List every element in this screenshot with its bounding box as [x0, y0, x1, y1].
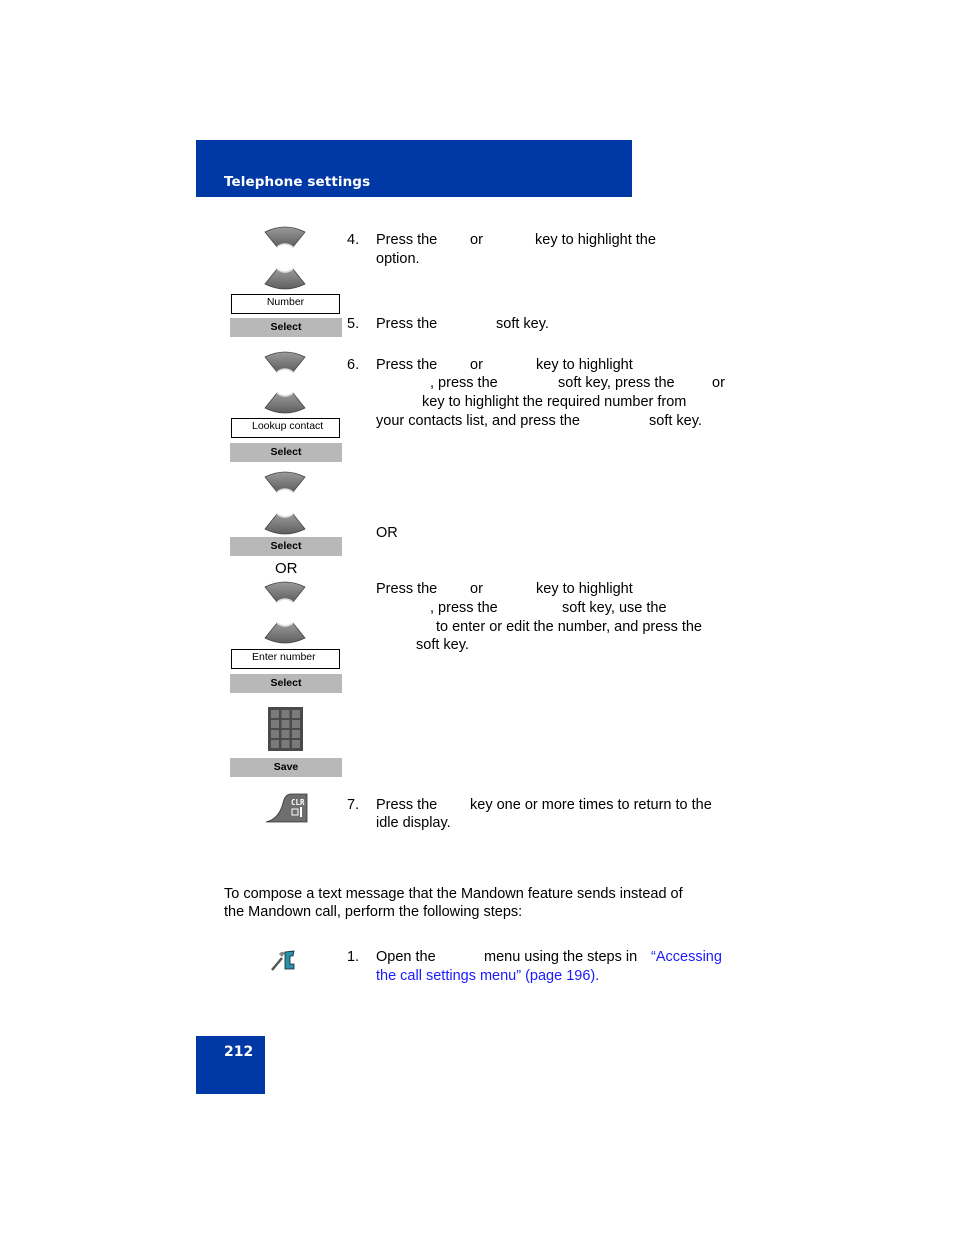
- step-number: 5.: [347, 316, 360, 332]
- up-navigation-key-icon: [263, 350, 307, 376]
- step-number: 1.: [347, 949, 360, 965]
- step-text: , press the: [430, 375, 498, 391]
- step-text: or: [712, 375, 725, 391]
- step-text: Press the: [376, 232, 438, 248]
- step-text: Press the: [376, 316, 438, 332]
- step-text: soft key.: [496, 316, 549, 332]
- select-softkey[interactable]: Select: [230, 318, 342, 337]
- step-text: option.: [376, 251, 420, 267]
- up-navigation-key-icon: [263, 580, 307, 606]
- step-text: key to highlight: [536, 357, 633, 373]
- display-number: Number: [231, 294, 340, 314]
- down-navigation-key-icon: [263, 619, 307, 645]
- page-number: 212: [224, 1044, 254, 1060]
- step-text: soft key, use the: [562, 600, 667, 616]
- step-number: 4.: [347, 232, 360, 248]
- select-softkey[interactable]: Select: [230, 537, 342, 556]
- step-text: Press the: [376, 581, 438, 597]
- step-text: key to highlight the required number fro…: [422, 394, 687, 410]
- cross-reference-link[interactable]: the call settings menu” (page 196).: [376, 968, 599, 984]
- or-label: OR: [275, 560, 298, 577]
- select-softkey[interactable]: Select: [230, 674, 342, 693]
- intro-text: To compose a text message that the Mando…: [224, 886, 683, 902]
- select-softkey[interactable]: Select: [230, 443, 342, 462]
- step-text: soft key.: [416, 637, 469, 653]
- up-navigation-key-icon: [263, 225, 307, 251]
- step-text: your contacts list, and press the: [376, 413, 580, 429]
- step-text: to enter or edit the number, and press t…: [436, 619, 702, 635]
- down-navigation-key-icon: [263, 389, 307, 415]
- step-text: menu using the steps in: [484, 949, 638, 965]
- page-number-band: 212: [196, 1036, 265, 1094]
- save-softkey[interactable]: Save: [230, 758, 342, 777]
- step-text: or: [470, 581, 483, 597]
- cross-reference-link[interactable]: “Accessing: [651, 949, 722, 965]
- display-lookup-contact: Lookup contact: [231, 418, 340, 438]
- step-number: 6.: [347, 357, 360, 373]
- step-text: Press the: [376, 797, 438, 813]
- call-settings-tools-icon: [271, 950, 295, 971]
- step-text: or: [470, 232, 483, 248]
- step-text: Open the: [376, 949, 436, 965]
- down-navigation-key-icon: [263, 265, 307, 291]
- display-enter-number: Enter number: [231, 649, 340, 669]
- keypad-icon: [268, 707, 303, 751]
- step-text: Press the: [376, 357, 438, 373]
- section-title: Telephone settings: [224, 174, 371, 190]
- down-navigation-key-icon: [263, 510, 307, 536]
- step-text: key to highlight the: [535, 232, 656, 248]
- step-text: idle display.: [376, 815, 451, 831]
- step-text: key to highlight: [536, 581, 633, 597]
- step-text: soft key, press the: [558, 375, 675, 391]
- step-text: , press the: [430, 600, 498, 616]
- step-text: soft key.: [649, 413, 702, 429]
- step-text: key one or more times to return to the: [470, 797, 712, 813]
- up-navigation-key-icon: [263, 470, 307, 496]
- step-number: 7.: [347, 797, 360, 813]
- intro-text: the Mandown call, perform the following …: [224, 904, 523, 920]
- step-text: or: [470, 357, 483, 373]
- or-label: OR: [376, 525, 398, 541]
- section-header: Telephone settings: [196, 140, 632, 197]
- clear-power-key-icon: CLR: [265, 793, 308, 823]
- svg-text:CLR: CLR: [291, 798, 305, 807]
